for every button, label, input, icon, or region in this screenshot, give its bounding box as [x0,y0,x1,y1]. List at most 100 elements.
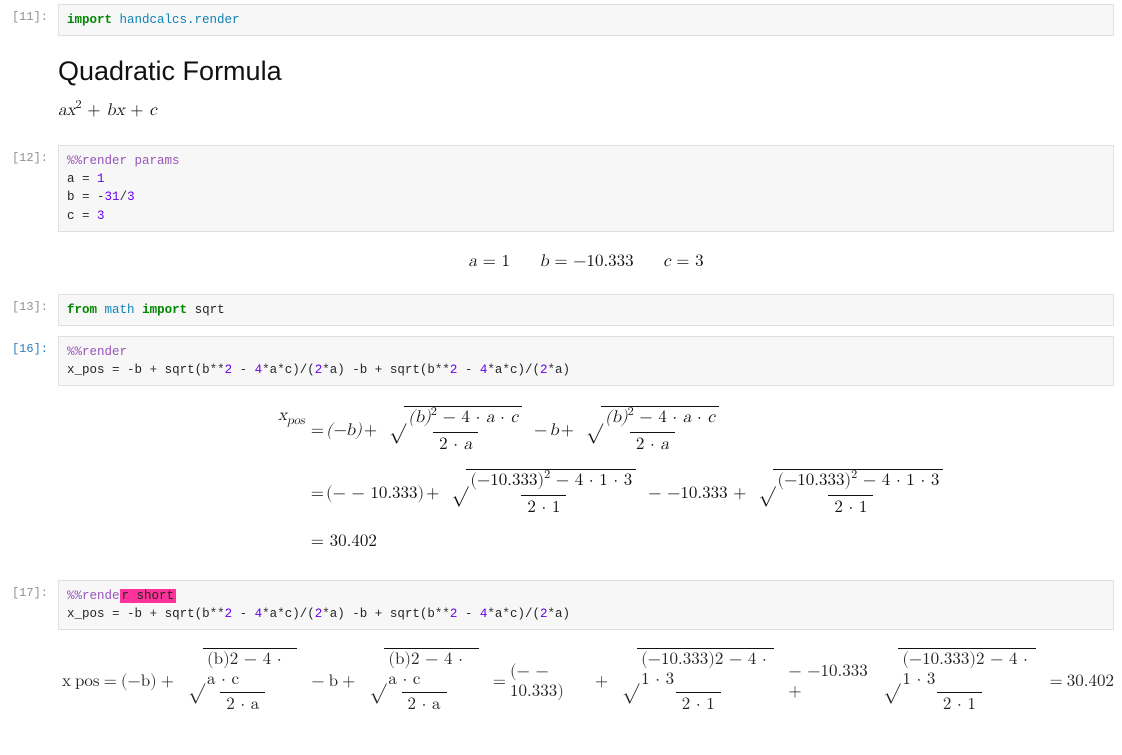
bnum2: (−10.333) [777,472,851,489]
var-c: c [149,102,157,119]
plus-s2: + [342,672,355,692]
cell-body-13: from math import sqrt [58,294,1122,326]
star6: * [547,363,555,377]
output-12: a = 1 b = −10.333 c = 3 [58,232,1114,292]
var-xpos: x_pos [67,363,112,377]
minus2: - [457,607,480,621]
m4: − 4 · [437,409,486,426]
slash: / [120,190,128,204]
bnum: (−10.333) [470,472,544,489]
magic-render-params: %%render params [67,154,180,168]
out-a-eq: = [477,253,502,270]
star: * [262,607,270,621]
frac-s2: √(b)2 − 4 · a · c 2 · a [363,648,484,715]
cp2: ) [563,607,571,621]
negneg: (− − 10.333) [326,484,424,504]
a4: a [555,363,563,377]
bb2: (b) [605,409,628,426]
dotS2: · [397,671,413,688]
code-input-17[interactable]: %%render short x_pos = -b + sqrt(b**2 - … [58,580,1114,630]
name-sqrt: sqrt [195,303,225,317]
dennum2: 2 · 1 [828,495,873,518]
assign-c: c [67,209,82,223]
out-c-val: 3 [695,253,704,270]
heading-quadratic: Quadratic Formula [58,56,1114,87]
eq1s: = [104,672,117,692]
denS2: 2 · [408,696,433,713]
cell-body-12: %%render params a = 1 b = -31/3 c = 3 a … [58,145,1122,292]
closediv: )/( [292,363,315,377]
a4: a [555,607,563,621]
code-input-12[interactable]: %%render params a = 1 b = -31/3 c = 3 [58,145,1114,232]
vc: c [510,409,518,426]
var-b: b [106,102,115,119]
cell-body-16: %%render x_pos = -b + sqrt(b**2 - 4*a*c)… [58,336,1122,578]
eq: = [82,190,97,204]
short-line: xpos = (−b) + √(b)2 − 4 · a · c 2 · a − … [58,638,1114,719]
assign-b: b [67,190,82,204]
out-a-val: 1 [501,253,510,270]
out-c: c [663,253,671,270]
bvarS: b [329,672,338,692]
frac-sym-2: √(b)2 − 4 · a · c 2 · a [580,406,725,455]
code-cell-12: [12]: %%render params a = 1 b = -31/3 c … [0,145,1122,292]
dotS: · [216,671,232,688]
markdown-output: Quadratic Formula ax2 + bx + c [58,36,1114,143]
num-31: 31 [105,190,120,204]
bbS2: (b) [388,651,411,668]
quadratic-expression: ax2 + bx + c [58,101,1114,121]
xpos-sub2: pos [75,672,100,692]
assign-a: a [67,172,82,186]
dennum: 2 · 1 [521,495,566,518]
neg: - [97,190,105,204]
eq1: = [311,421,324,441]
plus2: + [426,484,439,504]
eq2s: = [493,672,506,692]
m4n: − 4 · 1 · 3 [550,472,632,489]
dennumS2: 2 · 1 [937,692,982,715]
minusbS: − [311,672,324,692]
var-xpos2: x_pos [67,607,112,621]
frac-sym-1: √(b)2 − 4 · a · c 2 · a [383,406,528,455]
b1: b [135,607,150,621]
xpos-x: x [278,407,287,424]
sq4: 2 [851,469,857,481]
two: 2 [225,363,233,377]
out-c-eq: = [671,253,696,270]
neg: - [127,363,135,377]
two: 2 [225,607,233,621]
cp: ) [337,363,345,377]
frac-sn1: √(−10.333)2 − 4 · 1 · 3 2 · 1 [616,648,780,715]
code-input-13[interactable]: from math import sqrt [58,294,1114,326]
num-1: 1 [97,172,105,186]
frac-num-1: √(−10.333)2 − 4 · 1 · 3 2 · 1 [445,469,642,518]
code-cell-17: [17]: %%render short x_pos = -b + sqrt(b… [0,580,1122,733]
vaS: a [207,671,216,688]
kw-from: from [67,303,97,317]
sqrtcall2: sqrt(b [390,607,435,621]
eq2: = [311,484,324,504]
sqrtcall: sqrt(b [165,363,210,377]
output-17: xpos = (−b) + √(b)2 − 4 · a · c 2 · a − … [58,630,1114,733]
code-input-11[interactable]: import handcalcs.render [58,4,1114,36]
vaS2: a [388,671,397,688]
output-16: xpos = (−b) + √(b)2 − 4 · a · c 2 · a − … [58,386,1114,578]
star3: * [322,363,330,377]
bb: (b) [408,409,431,426]
star: * [262,363,270,377]
vcS: c [232,671,240,688]
closediv2: )/( [517,363,540,377]
code-input-16[interactable]: %%render x_pos = -b + sqrt(b**2 - 4*a*c)… [58,336,1114,386]
plus-s1: + [161,672,174,692]
num-3: 3 [127,190,135,204]
negb2: (−b) [121,672,157,692]
exp-2: 2 [75,99,81,111]
mid: -b + [345,607,390,621]
dot: · [494,409,510,426]
var-x2: x [116,102,125,119]
bnumS: (−10.333) [641,651,715,668]
sqS2: 2 [411,651,420,668]
star3: * [322,607,330,621]
aligned-equations: xpos = (−b) + √(b)2 − 4 · a · c 2 · a − … [278,394,1114,564]
denS: 2 · [226,696,251,713]
